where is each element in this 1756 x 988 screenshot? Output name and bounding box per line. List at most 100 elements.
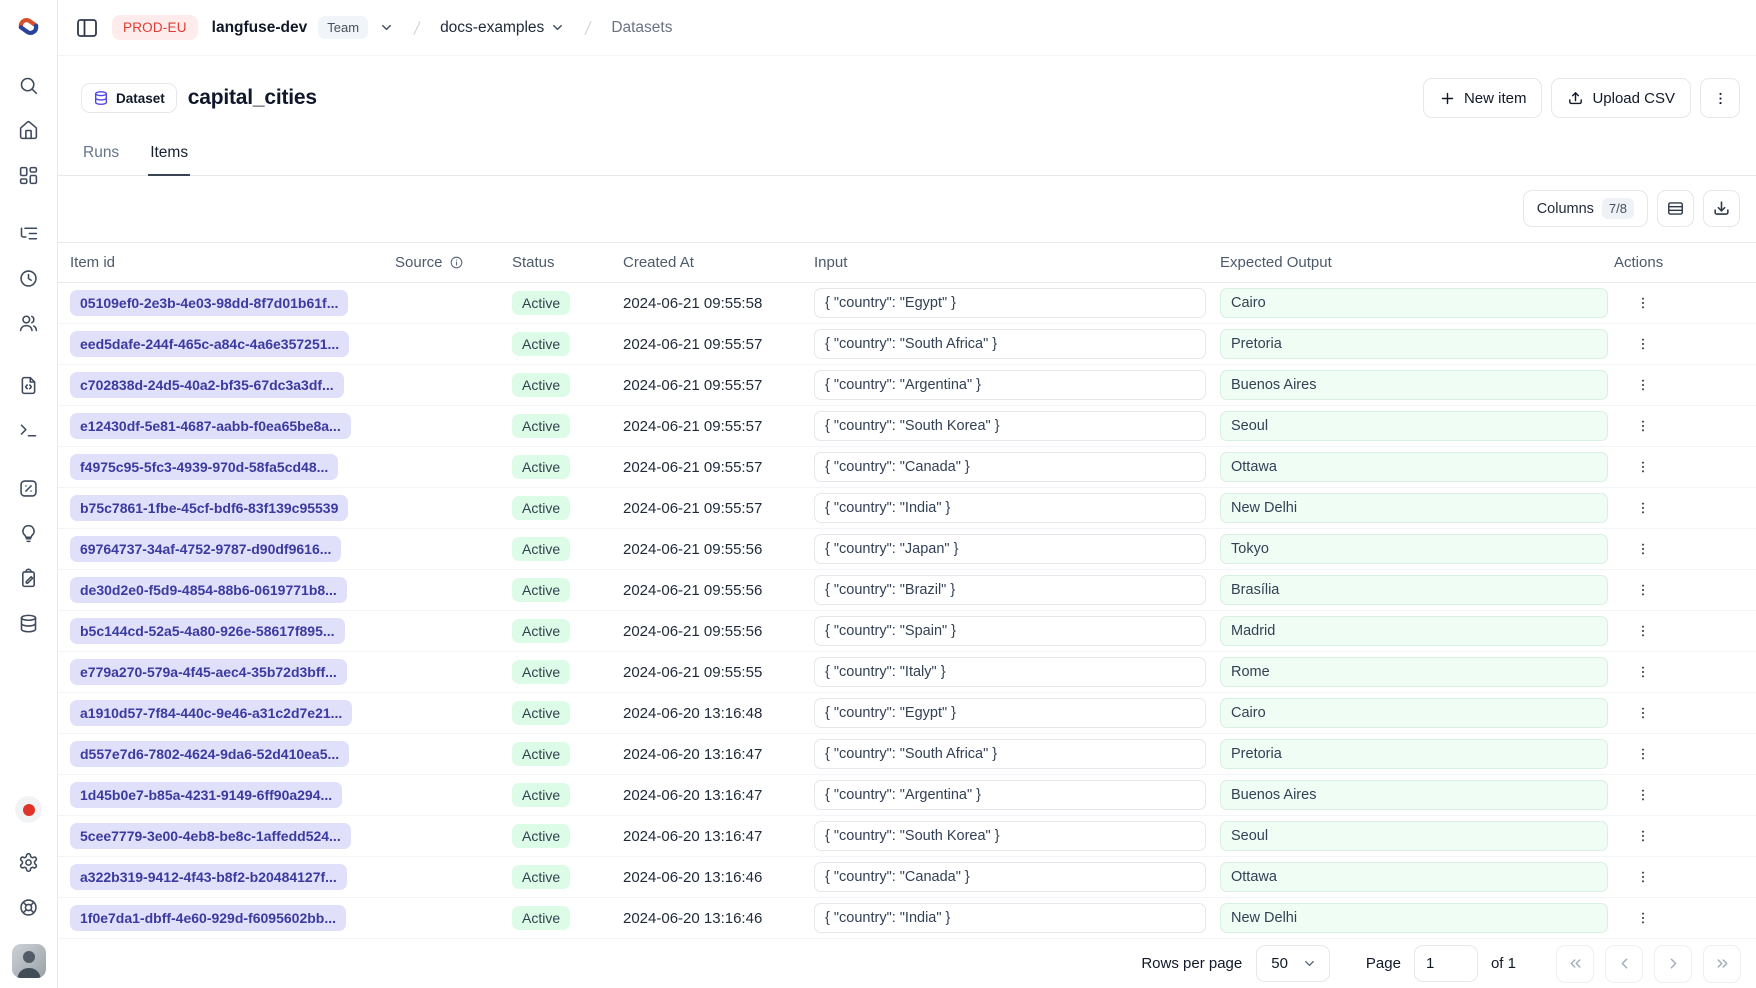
- input-cell[interactable]: { "country": "South Africa" }: [814, 739, 1206, 769]
- row-actions-button[interactable]: [1629, 740, 1657, 768]
- item-id-badge[interactable]: b75c7861-1fbe-45cf-bdf6-83f139c95539: [70, 495, 348, 521]
- expected-output-cell[interactable]: Ottawa: [1220, 862, 1608, 892]
- row-actions-button[interactable]: [1629, 330, 1657, 358]
- chevron-down-icon[interactable]: [379, 20, 394, 35]
- first-page-button[interactable]: [1556, 945, 1594, 983]
- project-selector[interactable]: docs-examples: [440, 19, 565, 37]
- input-cell[interactable]: { "country": "Spain" }: [814, 616, 1206, 646]
- new-item-button[interactable]: New item: [1423, 78, 1543, 118]
- row-actions-button[interactable]: [1629, 822, 1657, 850]
- avatar[interactable]: [12, 944, 46, 978]
- datasets-icon[interactable]: [9, 601, 49, 646]
- item-id-badge[interactable]: 5cee7779-3e00-4eb8-be8c-1affedd524...: [70, 823, 351, 849]
- expected-output-cell[interactable]: Buenos Aires: [1220, 780, 1608, 810]
- input-cell[interactable]: { "country": "Argentina" }: [814, 780, 1206, 810]
- row-actions-button[interactable]: [1629, 699, 1657, 727]
- recording-indicator[interactable]: [15, 796, 42, 823]
- input-cell[interactable]: { "country": "Egypt" }: [814, 698, 1206, 728]
- expected-output-cell[interactable]: Seoul: [1220, 821, 1608, 851]
- expected-output-cell[interactable]: Tokyo: [1220, 534, 1608, 564]
- row-actions-button[interactable]: [1629, 576, 1657, 604]
- item-id-badge[interactable]: a322b319-9412-4f43-b8f2-b20484127f...: [70, 864, 347, 890]
- expected-output-cell[interactable]: Seoul: [1220, 411, 1608, 441]
- dataset-menu-button[interactable]: [1700, 78, 1740, 118]
- input-cell[interactable]: { "country": "South Africa" }: [814, 329, 1206, 359]
- row-actions-button[interactable]: [1629, 781, 1657, 809]
- row-actions-button[interactable]: [1629, 453, 1657, 481]
- expected-output-cell[interactable]: Buenos Aires: [1220, 370, 1608, 400]
- item-id-badge[interactable]: c702838d-24d5-40a2-bf35-67dc3a3df...: [70, 372, 344, 398]
- expected-output-cell[interactable]: Rome: [1220, 657, 1608, 687]
- expected-output-cell[interactable]: Pretoria: [1220, 739, 1608, 769]
- item-id-badge[interactable]: b5c144cd-52a5-4a80-926e-58617f895...: [70, 618, 345, 644]
- input-cell[interactable]: { "country": "Japan" }: [814, 534, 1206, 564]
- rows-per-page-select[interactable]: 50: [1256, 945, 1330, 982]
- langfuse-logo-icon[interactable]: [15, 13, 42, 40]
- evaluation-icon[interactable]: [9, 466, 49, 511]
- next-page-button[interactable]: [1654, 945, 1692, 983]
- home-icon[interactable]: [9, 108, 49, 153]
- input-cell[interactable]: { "country": "Canada" }: [814, 862, 1206, 892]
- input-cell[interactable]: { "country": "South Korea" }: [814, 411, 1206, 441]
- info-icon[interactable]: [449, 255, 464, 270]
- previous-page-button[interactable]: [1605, 945, 1643, 983]
- expected-output-cell[interactable]: Cairo: [1220, 288, 1608, 318]
- expected-output-cell[interactable]: Madrid: [1220, 616, 1608, 646]
- item-id-badge[interactable]: e12430df-5e81-4687-aabb-f0ea65be8a...: [70, 413, 351, 439]
- page-number-input[interactable]: [1414, 945, 1478, 982]
- sessions-icon[interactable]: [9, 256, 49, 301]
- row-actions-button[interactable]: [1629, 412, 1657, 440]
- breadcrumb-section[interactable]: Datasets: [611, 19, 672, 37]
- tracing-icon[interactable]: [9, 211, 49, 256]
- input-cell[interactable]: { "country": "Egypt" }: [814, 288, 1206, 318]
- row-actions-button[interactable]: [1629, 289, 1657, 317]
- org-name[interactable]: langfuse-dev: [212, 19, 308, 37]
- prompts-icon[interactable]: [9, 363, 49, 408]
- item-id-badge[interactable]: a1910d57-7f84-440c-9e46-a31c2d7e21...: [70, 700, 352, 726]
- sidebar-toggle-icon[interactable]: [75, 15, 101, 41]
- input-cell[interactable]: { "country": "Canada" }: [814, 452, 1206, 482]
- item-id-badge[interactable]: 1d45b0e7-b85a-4231-9149-6ff90a294...: [70, 782, 342, 808]
- input-cell[interactable]: { "country": "India" }: [814, 903, 1206, 933]
- row-actions-button[interactable]: [1629, 863, 1657, 891]
- tab-items[interactable]: Items: [148, 135, 190, 176]
- input-cell[interactable]: { "country": "Italy" }: [814, 657, 1206, 687]
- playground-icon[interactable]: [9, 408, 49, 453]
- upload-csv-button[interactable]: Upload CSV: [1551, 78, 1691, 118]
- row-height-button[interactable]: [1657, 190, 1694, 227]
- users-icon[interactable]: [9, 301, 49, 346]
- search-icon[interactable]: [9, 63, 49, 108]
- expected-output-cell[interactable]: New Delhi: [1220, 493, 1608, 523]
- row-actions-button[interactable]: [1629, 371, 1657, 399]
- row-actions-button[interactable]: [1629, 494, 1657, 522]
- input-cell[interactable]: { "country": "Argentina" }: [814, 370, 1206, 400]
- dashboard-icon[interactable]: [9, 153, 49, 198]
- export-button[interactable]: [1703, 190, 1740, 227]
- input-cell[interactable]: { "country": "South Korea" }: [814, 821, 1206, 851]
- columns-button[interactable]: Columns 7/8: [1523, 190, 1648, 227]
- input-cell[interactable]: { "country": "India" }: [814, 493, 1206, 523]
- row-actions-button[interactable]: [1629, 658, 1657, 686]
- expected-output-cell[interactable]: New Delhi: [1220, 903, 1608, 933]
- item-id-badge[interactable]: 69764737-34af-4752-9787-d90df9616...: [70, 536, 341, 562]
- tab-runs[interactable]: Runs: [81, 135, 121, 175]
- settings-icon[interactable]: [9, 840, 49, 885]
- item-id-badge[interactable]: d557e7d6-7802-4624-9da6-52d410ea5...: [70, 741, 349, 767]
- expected-output-cell[interactable]: Cairo: [1220, 698, 1608, 728]
- input-cell[interactable]: { "country": "Brazil" }: [814, 575, 1206, 605]
- row-actions-button[interactable]: [1629, 535, 1657, 563]
- expected-output-cell[interactable]: Pretoria: [1220, 329, 1608, 359]
- expected-output-cell[interactable]: Ottawa: [1220, 452, 1608, 482]
- support-icon[interactable]: [9, 885, 49, 930]
- item-id-badge[interactable]: f4975c95-5fc3-4939-970d-58fa5cd48...: [70, 454, 338, 480]
- annotation-icon[interactable]: [9, 556, 49, 601]
- ideas-icon[interactable]: [9, 511, 49, 556]
- item-id-badge[interactable]: 1f0e7da1-dbff-4e60-929d-f6095602bb...: [70, 905, 346, 931]
- expected-output-cell[interactable]: Brasília: [1220, 575, 1608, 605]
- item-id-badge[interactable]: de30d2e0-f5d9-4854-88b6-0619771b8...: [70, 577, 347, 603]
- item-id-badge[interactable]: e779a270-579a-4f45-aec4-35b72d3bff...: [70, 659, 347, 685]
- last-page-button[interactable]: [1703, 945, 1741, 983]
- item-id-badge[interactable]: 05109ef0-2e3b-4e03-98dd-8f7d01b61f...: [70, 290, 348, 316]
- row-actions-button[interactable]: [1629, 617, 1657, 645]
- row-actions-button[interactable]: [1629, 904, 1657, 932]
